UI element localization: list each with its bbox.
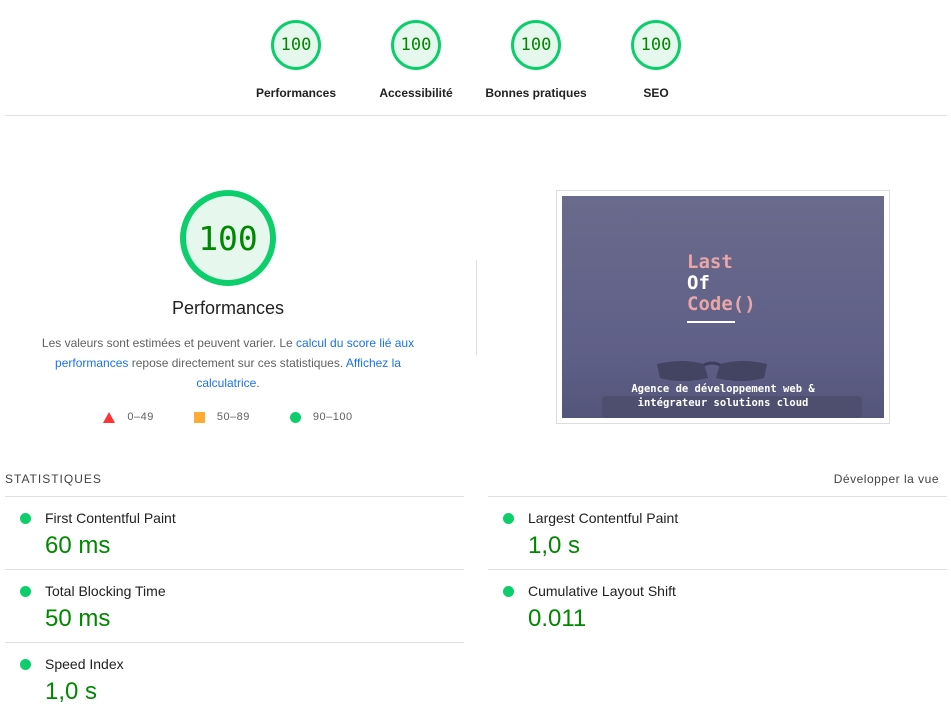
gauge-label: Accessibilité	[379, 86, 453, 100]
triangle-icon	[103, 411, 116, 423]
description-text: repose directement sur ces statistiques.	[128, 356, 346, 370]
legend-average: 50–89	[193, 411, 250, 423]
pass-circle-icon	[20, 513, 31, 524]
tagline-line: intégrateur solutions cloud	[637, 397, 809, 409]
metric-lcp: Largest Contentful Paint 1,0 s	[488, 496, 947, 570]
vertical-separator	[476, 260, 477, 355]
gauge-label: Performances	[255, 86, 337, 100]
metric-speed-index: Speed Index 1,0 s	[5, 642, 464, 716]
metric-value: 50 ms	[45, 605, 111, 632]
header-divider	[5, 115, 947, 116]
performance-score-ring: 100	[180, 190, 276, 286]
pass-circle-icon	[20, 659, 31, 670]
stats-title: STATISTIQUES	[5, 472, 102, 486]
gauge-score: 100	[520, 35, 552, 55]
gauge-score: 100	[400, 35, 432, 55]
pass-circle-icon	[20, 586, 31, 597]
gauge-performance[interactable]: 100 Performances	[226, 20, 366, 100]
gauge-seo[interactable]: 100 SEO	[586, 20, 726, 100]
performance-description: Les valeurs sont estimées et peuvent var…	[38, 333, 418, 393]
legend-pass: 90–100	[289, 411, 353, 423]
performance-title: Performances	[171, 298, 285, 318]
score-ring: 100	[271, 20, 321, 70]
metric-name: First Contentful Paint	[45, 510, 176, 526]
metric-name: Speed Index	[45, 656, 124, 672]
site-tagline: Agence de développement web & intégrateu…	[562, 382, 884, 410]
score-ring: 100	[511, 20, 561, 70]
description-text: .	[256, 376, 260, 390]
gauge-score: 100	[280, 35, 312, 55]
expand-view-toggle[interactable]: Développer la vue	[834, 472, 939, 486]
score-ring: 100	[631, 20, 681, 70]
stats-header: STATISTIQUES Développer la vue	[5, 472, 939, 486]
gauge-label: Bonnes pratiques	[485, 86, 587, 100]
tagline-line: Agence de développement web &	[631, 383, 815, 395]
gauge-label: SEO	[643, 86, 669, 100]
category-gauges: 100 Performances 100 Accessibilité 100 B…	[0, 0, 951, 116]
logo-underline	[687, 321, 735, 323]
metric-name: Largest Contentful Paint	[528, 510, 679, 526]
metric-name: Total Blocking Time	[45, 583, 166, 599]
score-ring: 100	[391, 20, 441, 70]
pass-circle-icon	[503, 513, 514, 524]
gauge-accessibility[interactable]: 100 Accessibilité	[346, 20, 486, 100]
legend-range: 0–49	[127, 411, 154, 423]
legend-range: 50–89	[216, 411, 250, 423]
legend-range: 90–100	[312, 411, 353, 423]
metric-name: Cumulative Layout Shift	[528, 583, 676, 599]
screenshot-image: Last Of Code() Agence de développement w…	[562, 196, 884, 418]
metric-cls: Cumulative Layout Shift 0.011	[488, 569, 947, 643]
square-icon	[193, 411, 205, 423]
metric-value: 0.011	[528, 605, 587, 632]
metric-value: 1,0 s	[528, 532, 581, 559]
site-logo: Last Of Code()	[687, 252, 756, 323]
score-legend: 0–49 50–89 90–100	[30, 411, 426, 423]
performance-summary: 100 Performances Les valeurs sont estimé…	[30, 190, 426, 423]
description-text: Les valeurs sont estimées et peuvent var…	[41, 336, 297, 350]
metric-value: 60 ms	[45, 532, 111, 559]
metric-fcp: First Contentful Paint 60 ms	[5, 496, 464, 570]
performance-score: 100	[198, 218, 258, 258]
gauge-score: 100	[640, 35, 672, 55]
logo-line: Last	[687, 251, 733, 273]
final-screenshot[interactable]: Last Of Code() Agence de développement w…	[556, 190, 890, 424]
metric-tbt: Total Blocking Time 50 ms	[5, 569, 464, 643]
circle-icon	[289, 411, 301, 423]
gauge-best-practices[interactable]: 100 Bonnes pratiques	[466, 20, 606, 100]
logo-line: Code()	[687, 293, 756, 315]
logo-line: Of	[687, 272, 710, 294]
pass-circle-icon	[503, 586, 514, 597]
legend-fail: 0–49	[103, 411, 153, 423]
metric-value: 1,0 s	[45, 678, 98, 705]
